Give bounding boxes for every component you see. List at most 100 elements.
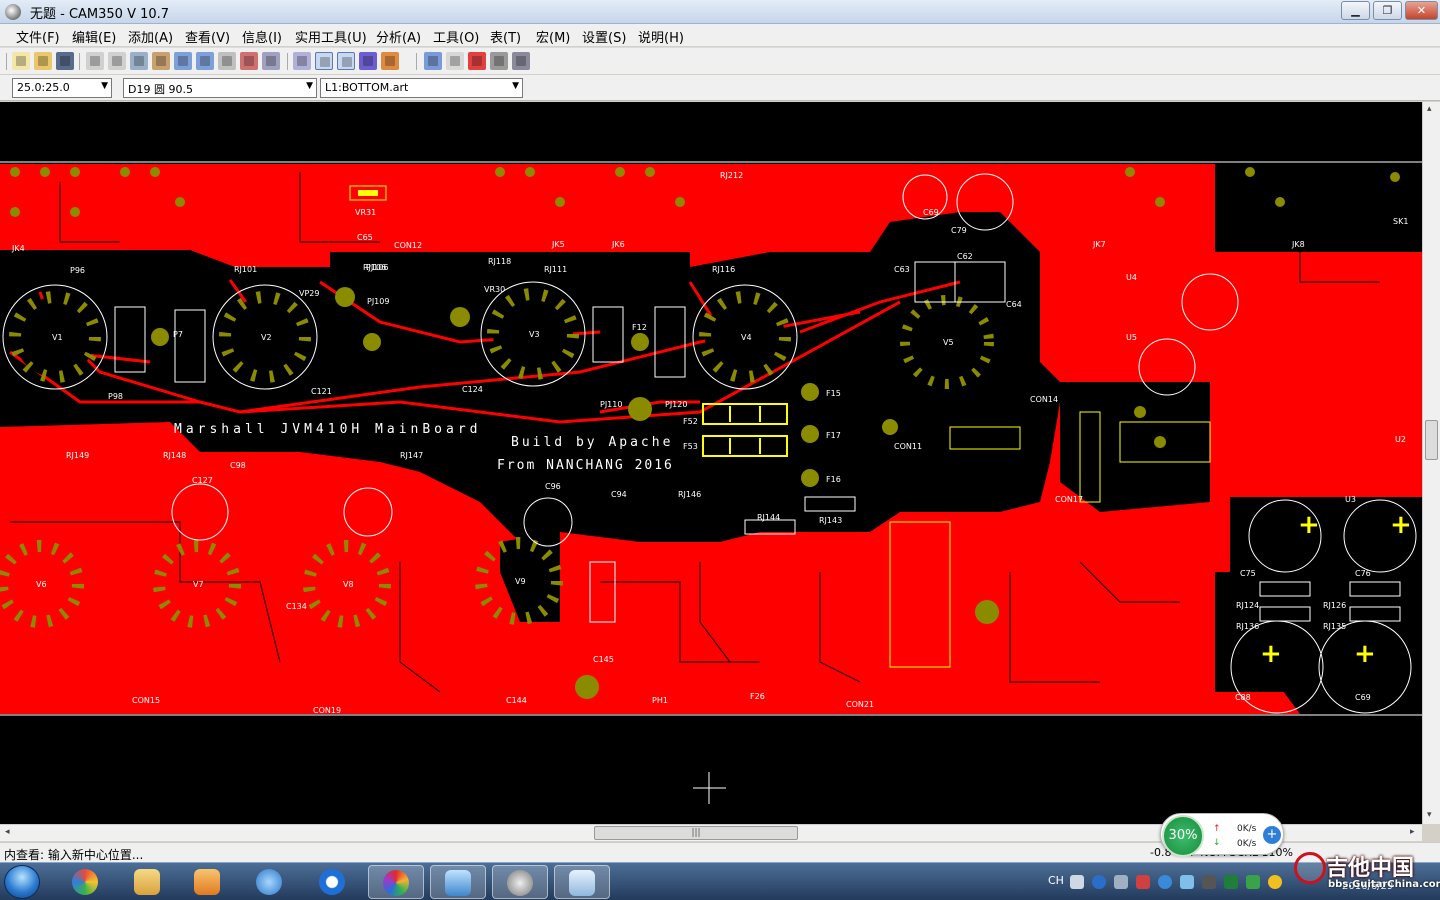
windows-start-icon[interactable] — [4, 865, 40, 899]
scroll-left-arrow[interactable]: ◂ — [5, 827, 10, 837]
grid-icon[interactable] — [315, 52, 333, 70]
menu-utilities[interactable]: 实用工具(U) — [295, 27, 367, 46]
zoom-in-icon[interactable] — [174, 52, 192, 70]
nvidia-icon[interactable] — [1224, 875, 1238, 889]
preview-icon[interactable] — [130, 52, 148, 70]
sync-icon[interactable] — [1158, 875, 1172, 889]
media-player-icon — [194, 869, 220, 895]
label-f52: F52 — [683, 417, 698, 426]
undo-icon[interactable] — [86, 52, 104, 70]
label-rj124: RJ124 — [1236, 601, 1259, 610]
label-rj135: RJ135 — [1323, 622, 1346, 631]
label-v2: V2 — [261, 333, 272, 342]
colors-icon[interactable] — [381, 52, 399, 70]
tray-language[interactable]: CH — [1048, 874, 1064, 887]
menu-view[interactable]: 查看(V) — [185, 27, 230, 46]
zoom-out-icon[interactable] — [196, 52, 214, 70]
label-f17: F17 — [826, 431, 841, 440]
minimize-button[interactable]: ▁ — [1341, 1, 1370, 20]
window-title: 无题 - CAM350 V 10.7 — [30, 7, 170, 22]
folder-icon — [134, 869, 160, 895]
snowflake-icon[interactable] — [1180, 875, 1194, 889]
menu-analysis[interactable]: 分析(A) — [376, 27, 421, 46]
move-icon[interactable] — [424, 52, 442, 70]
silk-from-line: From NANCHANG 2016 — [497, 458, 674, 473]
help-icon[interactable] — [1092, 875, 1106, 889]
label-con17: CON17 — [1055, 495, 1083, 504]
notepad-icon — [569, 870, 595, 896]
taskbar-app[interactable] — [120, 865, 176, 899]
label-c69: C69 — [1355, 693, 1371, 702]
taskbar-app[interactable] — [368, 865, 424, 899]
snap-icon[interactable] — [293, 52, 311, 70]
print-icon[interactable] — [152, 52, 170, 70]
ime-icon[interactable] — [1136, 875, 1150, 889]
security-icon[interactable] — [1246, 875, 1260, 889]
menu-edit[interactable]: 编辑(E) — [72, 27, 116, 46]
layer-select[interactable]: L1:BOTTOM.art ▼ — [320, 78, 523, 98]
shield-icon[interactable] — [1268, 875, 1282, 889]
watermark-title: 吉他中国 — [1326, 856, 1415, 881]
rotate-icon[interactable] — [490, 52, 508, 70]
player-icon — [319, 869, 345, 895]
label-rj111: RJ111 — [544, 265, 567, 274]
keyboard-icon[interactable] — [1070, 875, 1084, 889]
menu-help[interactable]: 说明(H) — [638, 27, 684, 46]
copy-icon[interactable] — [446, 52, 464, 70]
taskbar-app[interactable] — [554, 865, 610, 899]
device-icon[interactable] — [1202, 875, 1216, 889]
network-speed-widget[interactable]: 30% ↑ ↓ 0K/s 0K/s + — [1160, 813, 1284, 857]
taskbar-app[interactable] — [430, 865, 486, 899]
grid-select[interactable]: 25.0:25.0 ▼ — [12, 78, 112, 98]
taskbar-app[interactable] — [305, 865, 361, 899]
toolbar-separator — [287, 53, 288, 70]
menu-add[interactable]: 添加(A) — [128, 27, 173, 46]
widget-add-button[interactable]: + — [1263, 826, 1281, 844]
save-icon[interactable] — [56, 52, 74, 70]
close-button[interactable]: ✕ — [1405, 1, 1438, 20]
taskbar-app[interactable] — [242, 865, 298, 899]
pcb-canvas[interactable]: + + + + Marshall JVM410H MainBoard Build… — [0, 102, 1422, 824]
network-icon[interactable] — [1114, 875, 1128, 889]
mirror-icon[interactable] — [512, 52, 530, 70]
zoom-window-icon[interactable] — [218, 52, 236, 70]
grid-dots-icon[interactable] — [337, 52, 355, 70]
taskbar-app[interactable] — [492, 865, 548, 899]
vertical-scroll-thumb[interactable] — [1425, 420, 1438, 460]
label-f15: F15 — [826, 389, 841, 398]
zoom-all-icon[interactable] — [262, 52, 280, 70]
dcode-select[interactable]: D19 圆 90.5 ▼ — [123, 78, 317, 98]
delete-icon[interactable] — [468, 52, 486, 70]
pcb-drawing: + + + + Marshall JVM410H MainBoard Build… — [0, 161, 1422, 804]
app-icon[interactable] — [5, 4, 21, 20]
menu-tools[interactable]: 工具(O) — [433, 27, 479, 46]
vertical-scrollbar[interactable]: ▴ ▾ — [1422, 102, 1440, 824]
scroll-right-arrow[interactable]: ▸ — [1410, 827, 1415, 837]
horizontal-scroll-thumb[interactable]: ||| — [594, 826, 798, 840]
new-file-icon[interactable] — [12, 52, 30, 70]
menu-tables[interactable]: 表(T) — [490, 27, 521, 46]
menu-settings[interactable]: 设置(S) — [582, 27, 626, 46]
menu-macro[interactable]: 宏(M) — [536, 27, 570, 46]
media-center-icon — [72, 869, 98, 895]
label-jk8: JK8 — [1291, 240, 1305, 249]
menu-info[interactable]: 信息(I) — [242, 27, 282, 46]
layers-icon[interactable] — [359, 52, 377, 70]
redo-icon[interactable] — [108, 52, 126, 70]
silk-build-line: Build by Apache — [511, 435, 673, 450]
label-rj147: RJ147 — [400, 451, 423, 460]
scroll-up-arrow[interactable]: ▴ — [1427, 104, 1432, 114]
toolbar-separator — [79, 53, 80, 70]
menu-file[interactable]: 文件(F) — [16, 27, 60, 46]
taskbar-app[interactable] — [58, 865, 114, 899]
taskbar-app[interactable] — [180, 865, 236, 899]
restore-button[interactable]: ❐ — [1373, 1, 1402, 20]
system-tray: CH — [1040, 867, 1290, 897]
label-c145: C145 — [593, 655, 614, 664]
open-file-icon[interactable] — [34, 52, 52, 70]
redraw-icon[interactable] — [240, 52, 258, 70]
label-c76: C76 — [1355, 569, 1371, 578]
watermark-url: bbs.GuitarChina.com — [1328, 879, 1440, 890]
label-ph1: PH1 — [652, 696, 668, 705]
scroll-down-arrow[interactable]: ▾ — [1427, 810, 1432, 820]
